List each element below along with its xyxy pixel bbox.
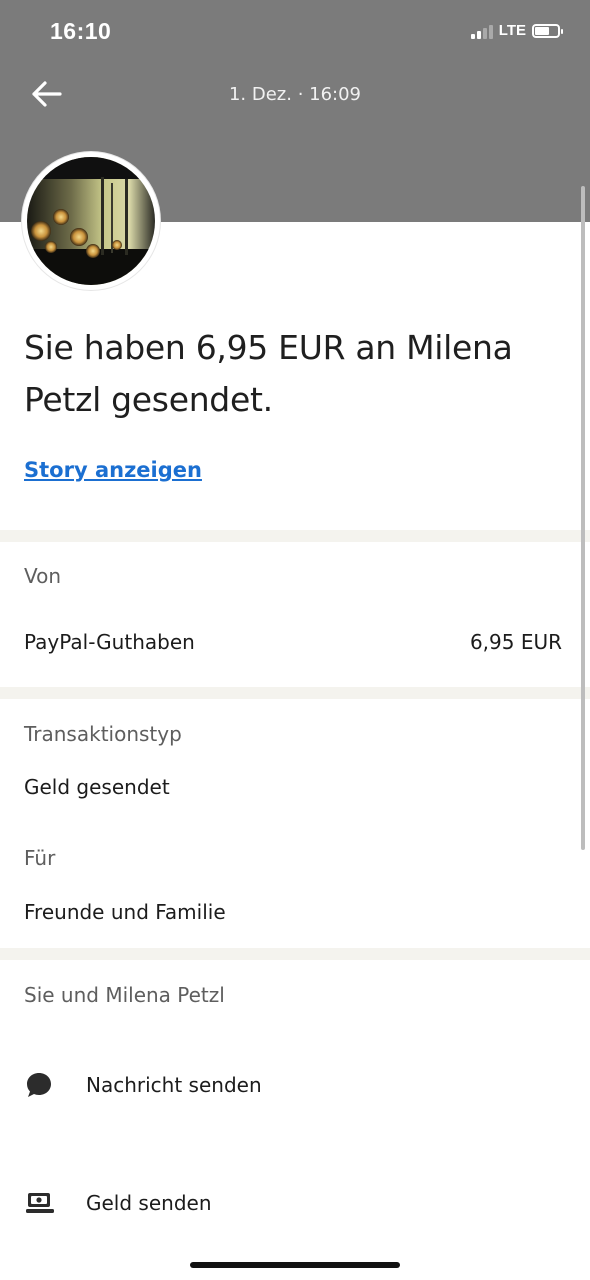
section-divider xyxy=(0,530,590,542)
money-icon xyxy=(24,1188,62,1218)
avatar xyxy=(22,152,160,290)
chat-bubble-icon xyxy=(24,1070,62,1100)
transaction-type-value: Geld gesendet xyxy=(24,775,170,799)
transaction-detail-page: 16:10 LTE 1. Dez. · 16:09 Sie haben 6,95… xyxy=(0,0,590,1280)
home-indicator[interactable] xyxy=(190,1262,400,1268)
signal-icon xyxy=(470,23,493,39)
send-money-label: Geld senden xyxy=(86,1191,212,1215)
network-label: LTE xyxy=(498,22,526,39)
story-link[interactable]: Story anzeigen xyxy=(24,458,202,482)
transaction-date: 1. Dez. · 16:09 xyxy=(228,84,362,105)
purpose-value: Freunde und Familie xyxy=(24,900,226,924)
avatar-image xyxy=(27,157,155,285)
source-label: Von xyxy=(24,564,62,588)
status-indicators: LTE xyxy=(470,22,563,39)
transaction-headline: Sie haben 6,95 EUR an Milena Petzl gesen… xyxy=(24,328,513,419)
status-time: 16:10 xyxy=(50,18,112,44)
scrollbar[interactable] xyxy=(581,186,585,850)
source-amount: 6,95 EUR xyxy=(469,630,562,654)
battery-icon xyxy=(532,23,563,38)
source-account: PayPal-Guthaben xyxy=(24,630,195,654)
send-money-button[interactable]: Geld senden xyxy=(24,1188,212,1218)
send-message-label: Nachricht senden xyxy=(86,1073,262,1097)
section-divider xyxy=(0,687,590,699)
contact-heading: Sie und Milena Petzl xyxy=(24,983,225,1007)
purpose-label: Für xyxy=(24,846,56,870)
send-message-button[interactable]: Nachricht senden xyxy=(24,1070,262,1100)
section-divider xyxy=(0,948,590,960)
transaction-type-label: Transaktionstyp xyxy=(24,722,182,746)
